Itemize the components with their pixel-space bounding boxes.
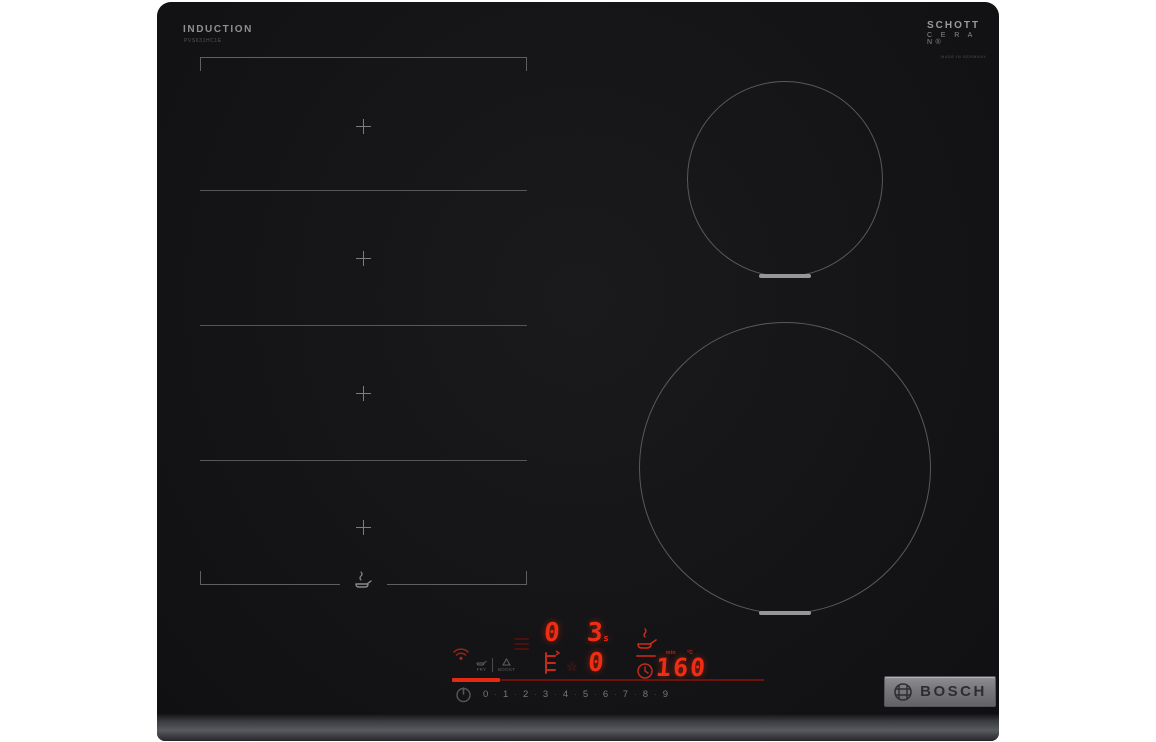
fry-label: FRY [476, 667, 487, 672]
slider-active-segment [452, 678, 500, 682]
power-level[interactable]: 6 [603, 689, 608, 700]
power-level[interactable]: 3 [543, 689, 548, 700]
divider [492, 658, 493, 672]
right-zone-level-display: 3s [585, 618, 610, 648]
dot-separator: · [514, 690, 517, 699]
schott-logo-line1: SCHOTT [927, 20, 981, 31]
function-print-cluster: FRY BOOST [476, 658, 515, 672]
power-level[interactable]: 9 [663, 689, 668, 700]
control-slider-line[interactable] [452, 678, 764, 682]
star-icon[interactable]: ☆ [566, 659, 578, 675]
power-level[interactable]: 5 [583, 689, 588, 700]
timer-clock-icon[interactable] [636, 662, 654, 685]
power-icon[interactable] [455, 686, 472, 708]
bosch-logo-text: BOSCH [920, 683, 987, 700]
boost-triangle-icon [502, 658, 511, 666]
plus-marker-icon [356, 119, 371, 134]
cooking-zone-bottom-right [639, 322, 931, 615]
dot-separator: · [494, 690, 497, 699]
menu-icon[interactable] [514, 638, 529, 651]
flex-cooking-zone [200, 57, 527, 588]
power-level[interactable]: 4 [563, 689, 568, 700]
plus-marker-icon [356, 520, 371, 535]
bosch-badge: BOSCH [884, 676, 996, 707]
center-timer-display: 0 [586, 648, 605, 678]
flexzone-divider [200, 325, 527, 326]
bosch-emblem-icon [894, 682, 912, 701]
pan-move-icon [541, 647, 561, 682]
fry-pan-glyph-icon [476, 660, 487, 666]
seconds-suffix: s [602, 634, 610, 644]
power-level-scale[interactable]: 0 · 1 · 2 · 3 · 4 · 5 · 6 · 7 · 8 · 9 [483, 689, 668, 700]
temperature-display: 160 [654, 653, 709, 682]
cooking-zone-top-right [687, 81, 883, 278]
flexzone-divider [200, 460, 527, 461]
flexzone-divider [200, 190, 527, 191]
left-zone-level-display: 0 [542, 618, 561, 648]
plus-marker-icon [356, 386, 371, 401]
flexzone-bottom-border [387, 571, 527, 585]
dot-separator: · [634, 690, 637, 699]
plus-marker-icon [356, 251, 371, 266]
flexzone-top-border [200, 57, 527, 71]
boost-label: BOOST [498, 667, 516, 672]
zone-front-marker [759, 274, 811, 278]
model-code-label: PVS631HC1E [184, 38, 222, 44]
dot-separator: · [534, 690, 537, 699]
boost-function-print[interactable]: BOOST [498, 658, 515, 672]
power-level[interactable]: 7 [623, 689, 628, 700]
induction-hob-glass: INDUCTION PVS631HC1E SCHOTT C E R A N® M… [157, 2, 999, 741]
schott-logo-line2: C E R A N® [927, 32, 976, 46]
power-level[interactable]: 1 [503, 689, 508, 700]
flexzone-bottom-border [200, 571, 340, 585]
wifi-icon[interactable] [452, 646, 470, 666]
fry-function-print[interactable]: FRY [476, 658, 487, 672]
dot-separator: · [594, 690, 597, 699]
power-level[interactable]: 0 [483, 689, 488, 700]
power-level[interactable]: 8 [643, 689, 648, 700]
dot-separator: · [574, 690, 577, 699]
induction-brand-label: INDUCTION [183, 24, 253, 35]
zone-front-marker [759, 611, 811, 615]
front-trim-strip [157, 713, 999, 741]
pan-steam-icon [350, 570, 376, 595]
fry-sensor-icon[interactable] [635, 628, 659, 657]
dot-separator: · [554, 690, 557, 699]
schott-ceran-logo: SCHOTT C E R A N® MADE IN GERMANY [927, 20, 997, 59]
fry-sensor-underline [636, 655, 656, 657]
schott-logo-subtext: MADE IN GERMANY [941, 54, 987, 59]
dot-separator: · [614, 690, 617, 699]
power-level[interactable]: 2 [523, 689, 528, 700]
dot-separator: · [654, 690, 657, 699]
